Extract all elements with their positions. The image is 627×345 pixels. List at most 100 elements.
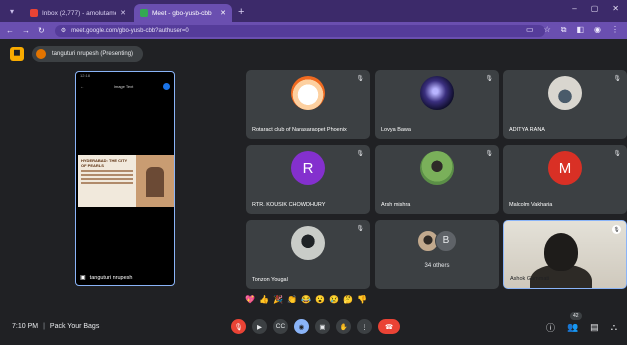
participant-tile[interactable]: 🎙 ADITYA RANA (503, 70, 627, 139)
reaction-thumbs-down-icon[interactable]: 👎 (357, 295, 367, 304)
chat-icon[interactable]: ▤ (590, 322, 599, 333)
phone-action-icon (163, 82, 170, 90)
meeting-info: 7:10 PM | Pack Your Bags (12, 323, 99, 330)
people-button[interactable]: 42 👥 (567, 312, 582, 333)
info-icon[interactable]: ⓘ (546, 321, 555, 334)
meeting-time: 7:10 PM (12, 323, 39, 330)
raise-hand-button[interactable]: ✋ (336, 319, 351, 334)
presenter-label: tanguturi nrupesh (Presenting) (52, 51, 134, 57)
avatar (36, 49, 46, 59)
close-tab-icon[interactable]: ✕ (120, 9, 126, 17)
url-text: meet.google.com/gbo-yusb-cbb?authuser=0 (71, 27, 189, 34)
participant-tile[interactable]: 🎙 Lovya Bawa (375, 70, 499, 139)
participant-tile[interactable]: M 🎙 Malcolm Vakharia (503, 145, 627, 214)
phone-header-title: Image Text (113, 83, 134, 89)
presenter-bar: ⯀ tanguturi nrupesh (Presenting) (10, 46, 144, 62)
profile-icon[interactable]: ◉ (594, 25, 601, 35)
cast-icon[interactable]: ▭ (526, 25, 534, 35)
avatar: R (291, 151, 325, 186)
reaction-surprised-icon[interactable]: 😮 (315, 295, 325, 304)
tab-search-icon[interactable]: ▾ (4, 3, 20, 19)
kebab-icon[interactable]: ⋮ (611, 25, 619, 35)
browser-tab-strip: ▾ Inbox (2,777) - amolutamenuti ✕ Meet -… (0, 0, 627, 22)
participant-tile[interactable]: R 🎙 RTR. KOUSIK CHOWDHURY (246, 145, 370, 214)
screen-name-label: ▣ tanguturi nrupesh (80, 274, 133, 282)
minimize-icon[interactable]: – (572, 4, 576, 13)
present-button[interactable]: ◉ (294, 319, 309, 334)
avatar (291, 76, 325, 111)
activities-icon[interactable]: ⛬ (611, 322, 617, 333)
reaction-thinking-icon[interactable]: 🤔 (343, 295, 353, 304)
camera-person-head (544, 233, 578, 271)
address-bar-row: ← → ↻ ⚙ meet.google.com/gbo-yusb-cbb?aut… (0, 22, 627, 39)
avatar: B (435, 229, 457, 252)
avatar (420, 151, 454, 186)
gmail-favicon-icon (30, 9, 38, 17)
shared-screen[interactable]: 12:18 ← Image Text HYDERABAD: THE CITY O… (75, 71, 175, 286)
reaction-sad-icon[interactable]: 😢 (329, 295, 339, 304)
poster-line (81, 170, 133, 172)
mic-off-icon: 🎙 (356, 226, 364, 232)
mic-off-icon: 🎙 (485, 76, 493, 82)
phone-header: ← Image Text (80, 82, 170, 90)
reaction-party-icon[interactable]: 🎉 (273, 295, 283, 304)
participant-tile[interactable]: 🎙 Rotaract club of Narasaraopet Phoenix (246, 70, 370, 139)
reload-icon[interactable]: ↻ (38, 26, 45, 35)
reaction-thumbs-up-icon[interactable]: 👍 (259, 295, 269, 304)
maximize-icon[interactable]: ▢ (591, 4, 599, 13)
tune-icon[interactable]: ⚙ (61, 27, 66, 34)
avatar (291, 226, 325, 261)
mic-off-icon: 🎙 (613, 151, 621, 157)
participant-name: ADITYA RANA (509, 127, 545, 133)
tab-meet[interactable]: Meet - gbo-yusb-cbb ✕ (134, 4, 232, 22)
call-controls: 🎙 ▶ CC ◉ ▣ ✋ ⋮ ☎ (231, 319, 400, 334)
captions-button[interactable]: CC (273, 319, 288, 334)
present-screen-button[interactable]: ▣ (315, 319, 330, 334)
phone-status-bar: 12:18 (80, 73, 91, 78)
presenting-icon[interactable]: ⯀ (10, 47, 24, 61)
star-icon[interactable]: ☆ (544, 25, 551, 35)
participant-name: RTR. KOUSIK CHOWDHURY (252, 202, 326, 208)
presenter-name: tanguturi nrupesh (89, 274, 133, 281)
more-options-button[interactable]: ⋮ (357, 319, 372, 334)
presenter-chip[interactable]: tanguturi nrupesh (Presenting) (32, 46, 144, 62)
meeting-title: Pack Your Bags (49, 323, 100, 330)
avatar (420, 76, 454, 111)
back-icon[interactable]: ← (6, 26, 14, 35)
charminar-image (136, 155, 174, 207)
reaction-bar: 💖 👍 🎉 👏 😂 😮 😢 🤔 👎 (245, 295, 367, 304)
meet-stage: ⯀ tanguturi nrupesh (Presenting) 12:18 ←… (0, 39, 627, 345)
extensions-icon[interactable]: ⧉ (561, 25, 567, 35)
url-field[interactable]: ⚙ meet.google.com/gbo-yusb-cbb?authuser=… (54, 24, 545, 37)
reaction-clap-icon[interactable]: 👏 (287, 295, 297, 304)
others-tile[interactable]: B 34 others (375, 220, 499, 289)
close-tab-icon[interactable]: ✕ (220, 9, 226, 17)
meet-favicon-icon (140, 9, 148, 17)
tab-title: Meet - gbo-yusb-cbb (152, 9, 212, 17)
participant-tile[interactable]: 🎙 Tonzon Yougal (246, 220, 370, 289)
participant-name: Ashok Gammati (510, 276, 550, 282)
tab-gmail[interactable]: Inbox (2,777) - amolutamenuti ✕ (24, 4, 132, 22)
reaction-heart-icon[interactable]: 💖 (245, 295, 255, 304)
poster-image: HYDERABAD: THE CITY OF PEARLS (78, 155, 174, 207)
mic-off-icon: 🎙 (356, 151, 364, 157)
camera-button[interactable]: ▶ (252, 319, 267, 334)
poster-line (81, 178, 133, 180)
phone-back-icon: ← (80, 83, 84, 89)
others-avatars: B (417, 229, 457, 252)
mic-off-button[interactable]: 🎙 (231, 319, 246, 334)
mic-off-icon: 🎙 (485, 151, 493, 157)
sidepanel-icon[interactable]: ◧ (576, 25, 584, 35)
tab-title: Inbox (2,777) - amolutamenuti (42, 9, 116, 17)
avatar (548, 76, 582, 111)
self-camera-tile[interactable]: 🎙 Ashok Gammati (503, 220, 627, 289)
reaction-laugh-icon[interactable]: 😂 (301, 295, 311, 304)
leave-call-button[interactable]: ☎ (378, 319, 400, 334)
people-count-badge: 42 (569, 312, 582, 320)
new-tab-icon[interactable]: + (238, 6, 244, 18)
avatar: M (548, 151, 582, 186)
forward-icon[interactable]: → (22, 26, 30, 35)
participant-name: Malcolm Vakharia (509, 202, 553, 208)
participant-tile[interactable]: 🎙 Arsh mishra (375, 145, 499, 214)
close-window-icon[interactable]: ✕ (612, 4, 619, 13)
